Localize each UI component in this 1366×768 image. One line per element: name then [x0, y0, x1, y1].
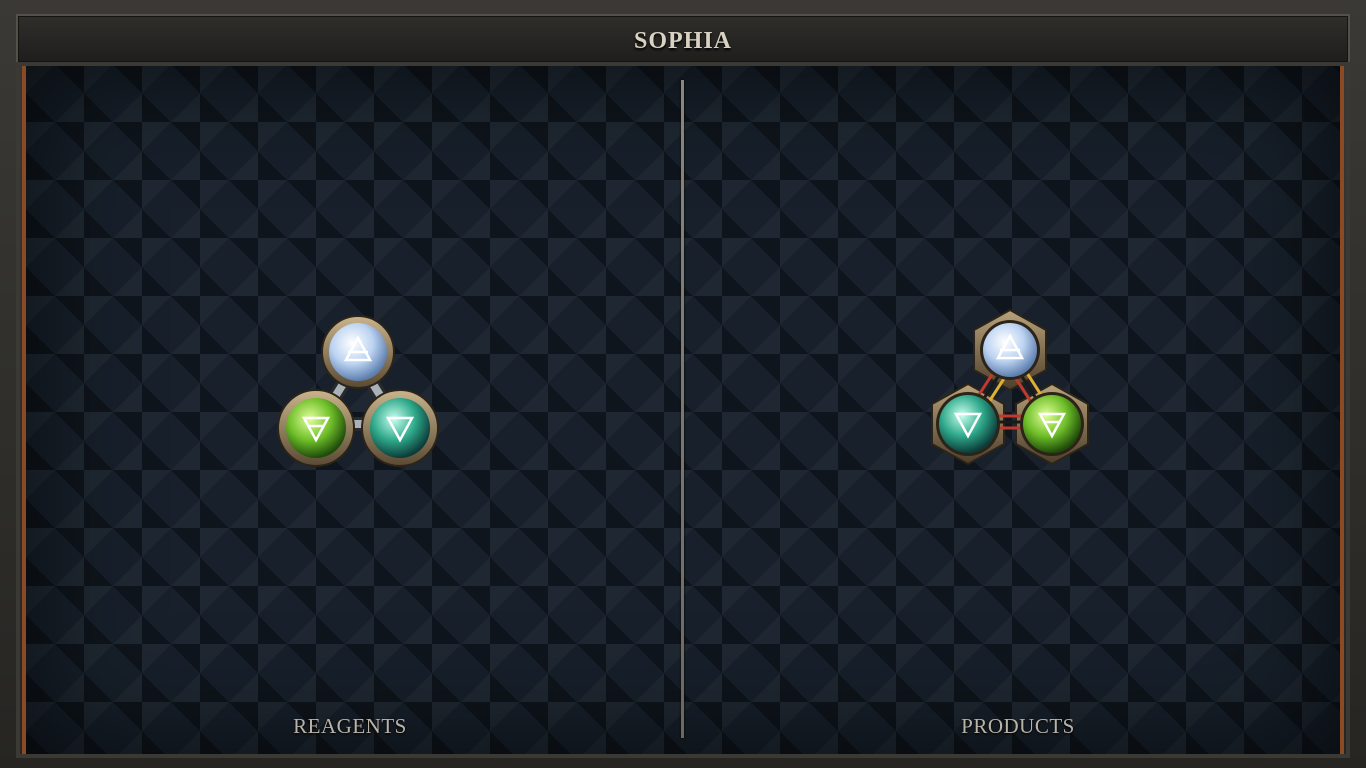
atom-earth[interactable] [1020, 392, 1084, 456]
puzzle-title: SOPHIA [633, 28, 732, 54]
reagent-molecule[interactable] [272, 312, 444, 480]
atom-air[interactable] [980, 320, 1040, 380]
product-molecule[interactable] [924, 306, 1096, 482]
atom-water[interactable] [361, 389, 439, 467]
products-label: PRODUCTS [961, 714, 1075, 738]
atom-water[interactable] [936, 392, 1000, 456]
atom-earth[interactable] [277, 389, 355, 467]
atom-air[interactable] [321, 315, 395, 389]
reagents-label: REAGENTS [293, 714, 407, 738]
title-bar: SOPHIA [16, 14, 1350, 64]
panel-divider [681, 80, 684, 738]
